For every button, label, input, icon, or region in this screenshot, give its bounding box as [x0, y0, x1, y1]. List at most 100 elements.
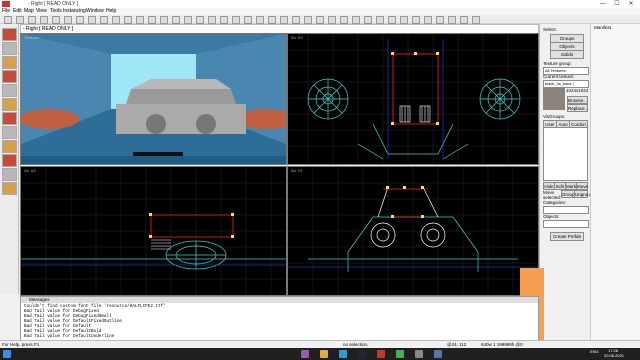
toolbar-button[interactable] — [172, 16, 180, 24]
select-label: Select: — [543, 27, 557, 32]
toolbar-button[interactable] — [244, 16, 252, 24]
menu-instancing[interactable]: Instancing — [63, 8, 86, 15]
toolbar-button[interactable] — [76, 16, 84, 24]
menu-view[interactable]: View — [36, 8, 47, 15]
toolbar-button[interactable] — [340, 16, 348, 24]
toolbar-button[interactable] — [436, 16, 444, 24]
block-tool-icon[interactable] — [2, 84, 17, 97]
decal-tool-icon[interactable] — [2, 126, 17, 139]
toolbar-button[interactable] — [256, 16, 264, 24]
toolbar-button[interactable] — [316, 16, 324, 24]
toolbar-button[interactable] — [184, 16, 192, 24]
settings-icon[interactable] — [415, 350, 423, 358]
close-button[interactable]: ✕ — [624, 0, 638, 8]
toolbar-button[interactable] — [460, 16, 468, 24]
toolbar-button[interactable] — [88, 16, 96, 24]
group-button[interactable]: Group — [561, 190, 575, 198]
windows-start-icon[interactable] — [3, 350, 11, 358]
magnify-tool-icon[interactable] — [2, 42, 17, 55]
selection-tool-icon[interactable] — [2, 28, 17, 41]
camera-tool-icon[interactable] — [2, 56, 17, 69]
create-prefab-button[interactable]: Create Prefab — [550, 232, 584, 241]
store-icon[interactable] — [434, 350, 442, 358]
toolbar-button[interactable] — [472, 16, 480, 24]
toolbar-button[interactable] — [28, 16, 36, 24]
messages-title: Messages — [21, 297, 538, 303]
texture-tool-icon[interactable] — [2, 98, 17, 111]
toolbar-button[interactable] — [328, 16, 336, 24]
solids-button[interactable]: Solids — [550, 50, 584, 59]
taskbar-date: 20.08.2021 — [604, 353, 625, 358]
viewport-3d-label: Textures — [24, 35, 40, 40]
toolbar-button[interactable] — [412, 16, 420, 24]
toolbar-button[interactable] — [16, 16, 24, 24]
toolbar-button[interactable] — [376, 16, 384, 24]
maximize-button[interactable]: ☐ — [610, 0, 624, 8]
move-button[interactable]: Move — [576, 182, 588, 190]
toolbar-button[interactable] — [208, 16, 216, 24]
ungroup-button[interactable]: Ungroup — [574, 190, 592, 198]
message-line: Bad Tail value for DefaultUnderline — [24, 334, 115, 339]
path-tool-icon[interactable] — [2, 182, 17, 195]
toolbar-button[interactable] — [400, 16, 408, 24]
toolbar-button[interactable] — [304, 16, 312, 24]
menu-window[interactable]: Window — [86, 8, 104, 15]
texture-preview — [543, 88, 565, 110]
toolbar-button[interactable] — [160, 16, 168, 24]
steam-icon[interactable] — [358, 350, 366, 358]
toolbar-button[interactable] — [424, 16, 432, 24]
visgroups-list[interactable] — [543, 127, 588, 181]
entity-tool-icon[interactable] — [2, 70, 17, 83]
chrome-icon[interactable] — [396, 350, 404, 358]
file-explorer-icon[interactable] — [320, 350, 328, 358]
menu-map[interactable]: Map — [24, 8, 34, 15]
viewport-side-grid — [288, 167, 538, 295]
toolbar-button[interactable] — [196, 16, 204, 24]
current-texture-select[interactable]: black_hc_back | hedge_f — [543, 80, 589, 88]
viewport-3d[interactable]: Textures — [20, 33, 287, 165]
viewport-front[interactable]: 2d: XZ — [20, 166, 287, 296]
toolbar-button[interactable] — [268, 16, 276, 24]
viewport-side[interactable]: 2d: YZ — [287, 166, 539, 296]
viewport-side-label: 2d: YZ — [291, 168, 303, 173]
toolbar-button[interactable] — [100, 16, 108, 24]
app-icon[interactable] — [301, 350, 309, 358]
toolbar-button[interactable] — [388, 16, 396, 24]
toolbar-button[interactable] — [148, 16, 156, 24]
menu-help[interactable]: Help — [106, 8, 116, 15]
toolbar-button[interactable] — [352, 16, 360, 24]
toolbar-button[interactable] — [112, 16, 120, 24]
toolbar-button[interactable] — [64, 16, 72, 24]
toolbar-button[interactable] — [40, 16, 48, 24]
toolbar-button[interactable] — [280, 16, 288, 24]
objects-label: Objects: — [543, 214, 560, 219]
menu-tools[interactable]: Tools — [50, 8, 62, 15]
edge-browser-icon[interactable] — [339, 350, 347, 358]
viewport-3d-render — [21, 34, 286, 164]
vertex-tool-icon[interactable] — [2, 168, 17, 181]
browse-button[interactable]: Browse... — [567, 96, 588, 104]
move-selected-label: Move selected: — [543, 190, 562, 200]
objects-select[interactable] — [543, 220, 589, 228]
toolbar-button[interactable] — [292, 16, 300, 24]
toolbar-button[interactable] — [52, 16, 60, 24]
menu-edit[interactable]: Edit — [13, 8, 22, 15]
clip-tool-icon[interactable] — [2, 154, 17, 167]
minimize-button[interactable]: — — [596, 0, 610, 8]
replace-button[interactable]: Replace... — [567, 104, 588, 112]
toolbar-button[interactable] — [448, 16, 456, 24]
categories-select[interactable] — [543, 206, 589, 214]
taskbar: ENG 17:28 20.08.2021 — [0, 348, 640, 360]
apply-texture-icon[interactable] — [2, 112, 17, 125]
toolbar-button[interactable] — [4, 16, 12, 24]
toolbar-button[interactable] — [232, 16, 240, 24]
menu-file[interactable]: File — [2, 8, 10, 15]
hammer-editor-icon[interactable] — [377, 350, 385, 358]
toolbar-button[interactable] — [220, 16, 228, 24]
toolbar-button[interactable] — [124, 16, 132, 24]
overlay-tool-icon[interactable] — [2, 140, 17, 153]
toolbar-button[interactable] — [364, 16, 372, 24]
viewport-top[interactable]: 2d: XY — [287, 33, 539, 165]
toolbar-button[interactable] — [136, 16, 144, 24]
document-tab[interactable]: - Right [ READ ONLY ] — [23, 25, 73, 33]
